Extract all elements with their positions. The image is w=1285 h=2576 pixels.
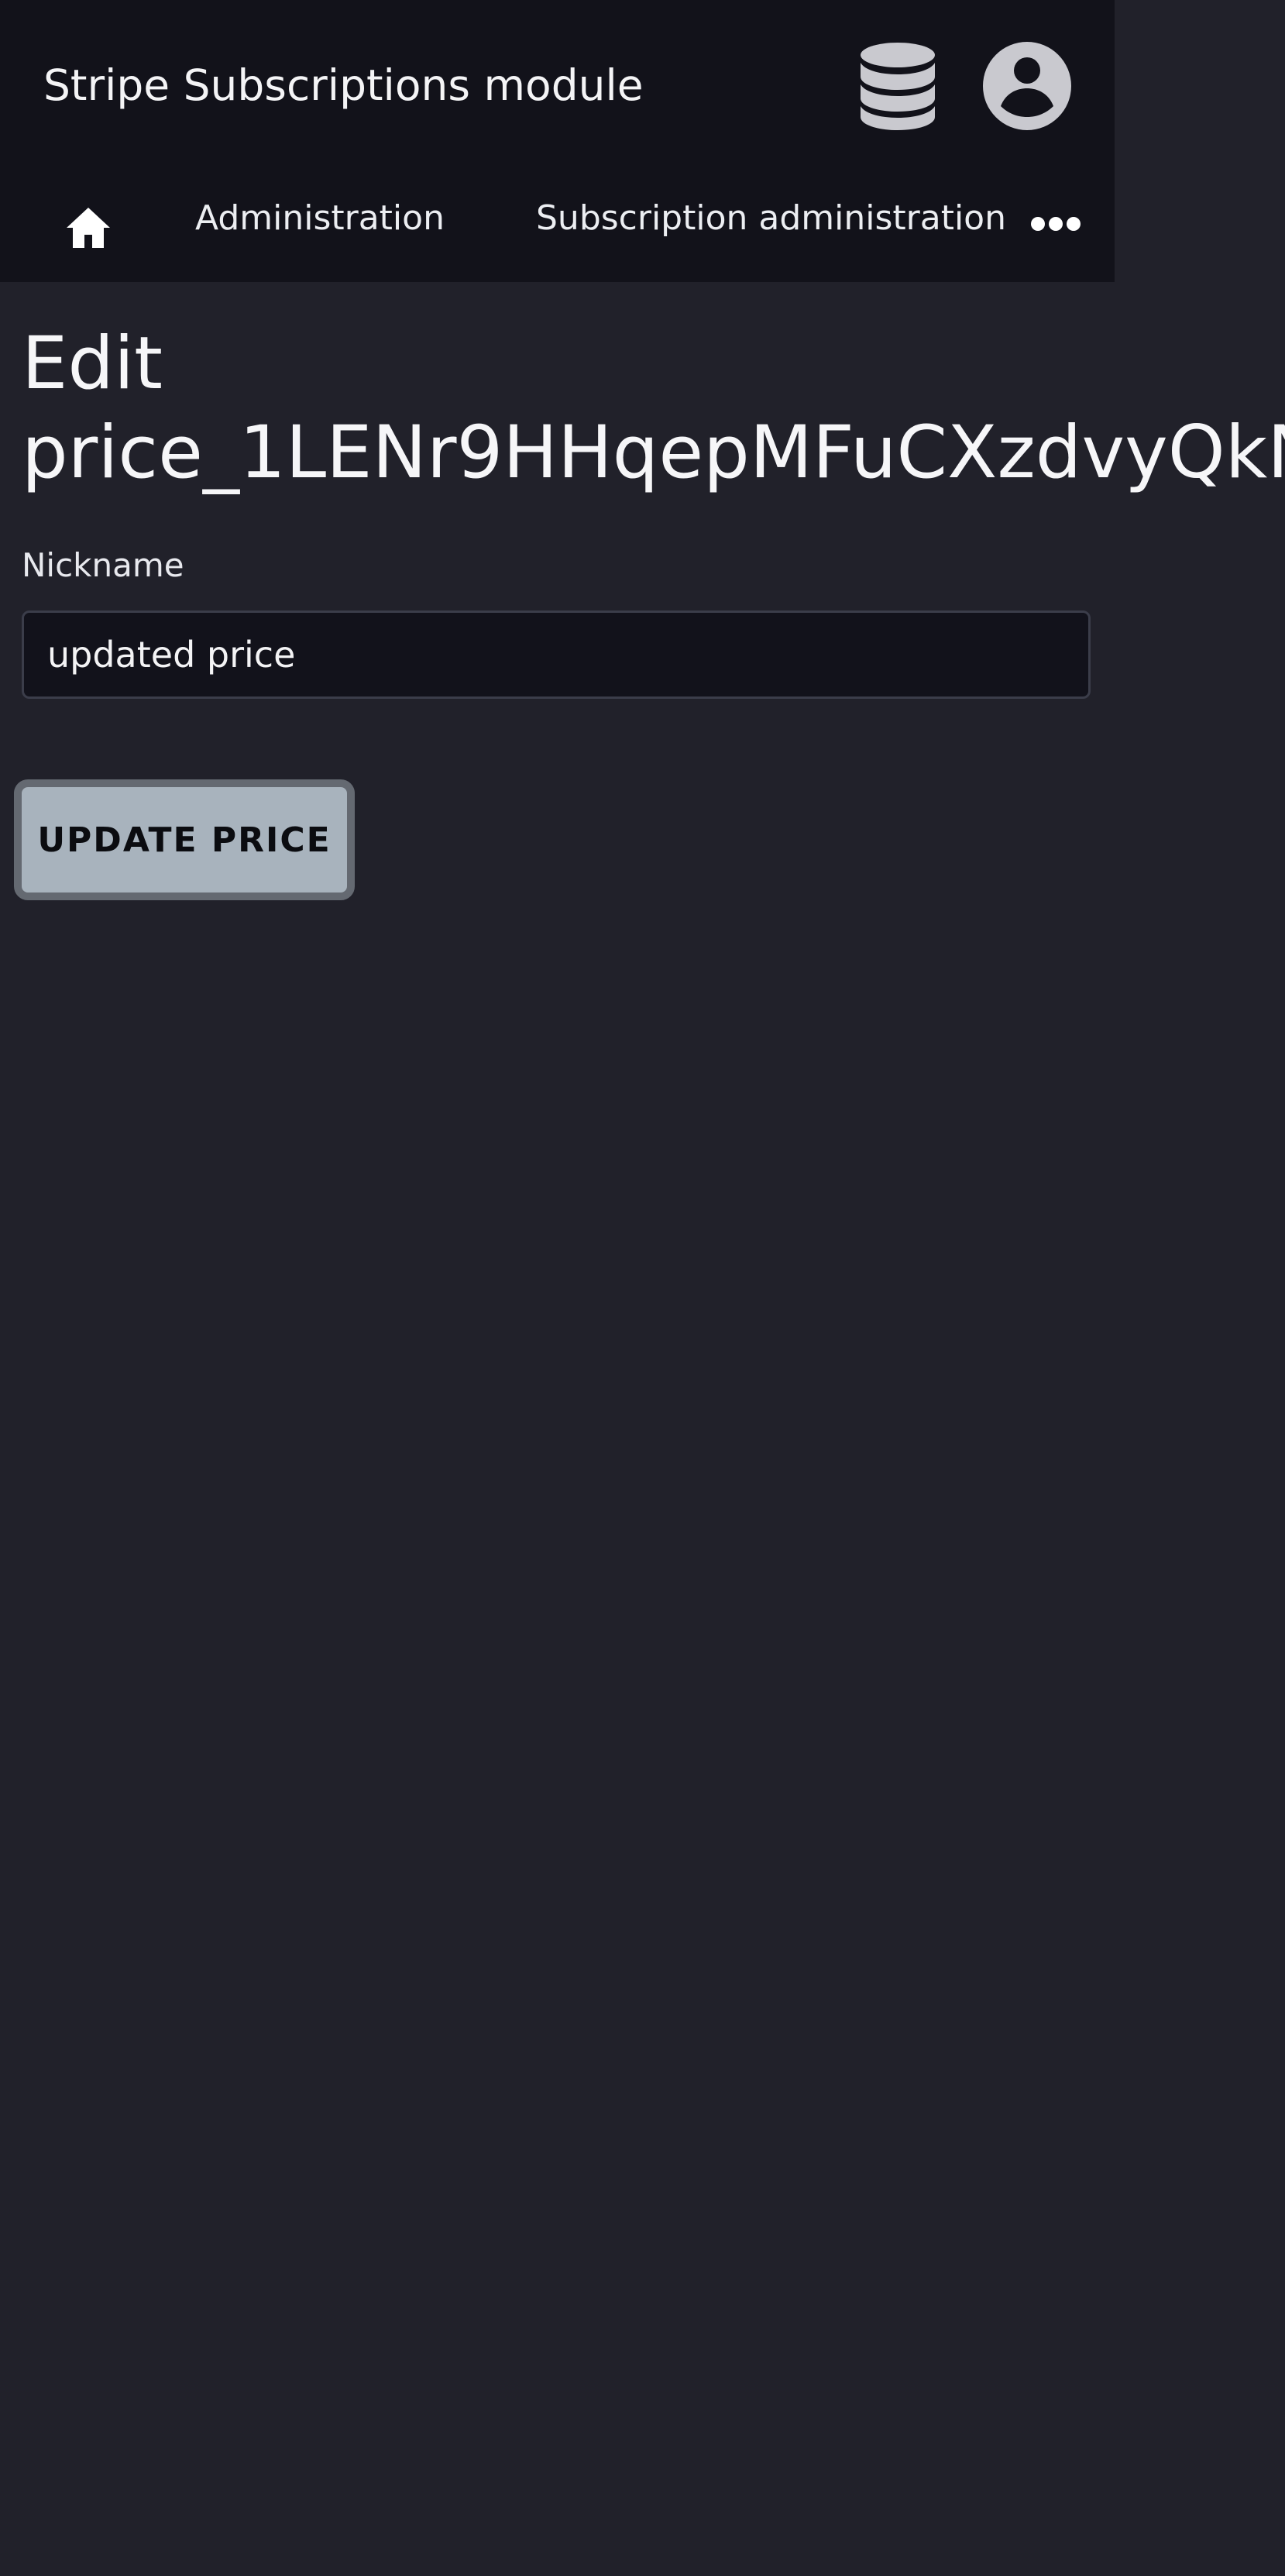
top-app-bar: Stripe Subscriptions module Administrati… <box>0 0 1115 282</box>
database-icon[interactable] <box>855 40 940 132</box>
nickname-input[interactable] <box>22 610 1091 699</box>
page-title: Edit price_1LENr9HHqepMFuCXzdvyQkNf <box>22 319 1285 497</box>
more-horizontal-icon[interactable] <box>1030 215 1081 232</box>
home-icon[interactable] <box>64 203 113 253</box>
nickname-label: Nickname <box>22 546 184 584</box>
page-title-price-id: price_1LENr9HHqepMFuCXzdvyQkNf <box>22 411 1285 495</box>
breadcrumb-item-subscription-administration[interactable]: Subscription administration <box>536 195 1006 242</box>
page-title-prefix: Edit <box>22 322 163 406</box>
breadcrumb: Administration Subscription administrati… <box>0 175 1115 268</box>
account-circle-icon[interactable] <box>981 40 1074 132</box>
update-price-button[interactable]: UPDATE PRICE <box>14 779 355 900</box>
breadcrumb-item-administration[interactable]: Administration <box>195 195 445 242</box>
app-title: Stripe Subscriptions module <box>43 60 644 110</box>
